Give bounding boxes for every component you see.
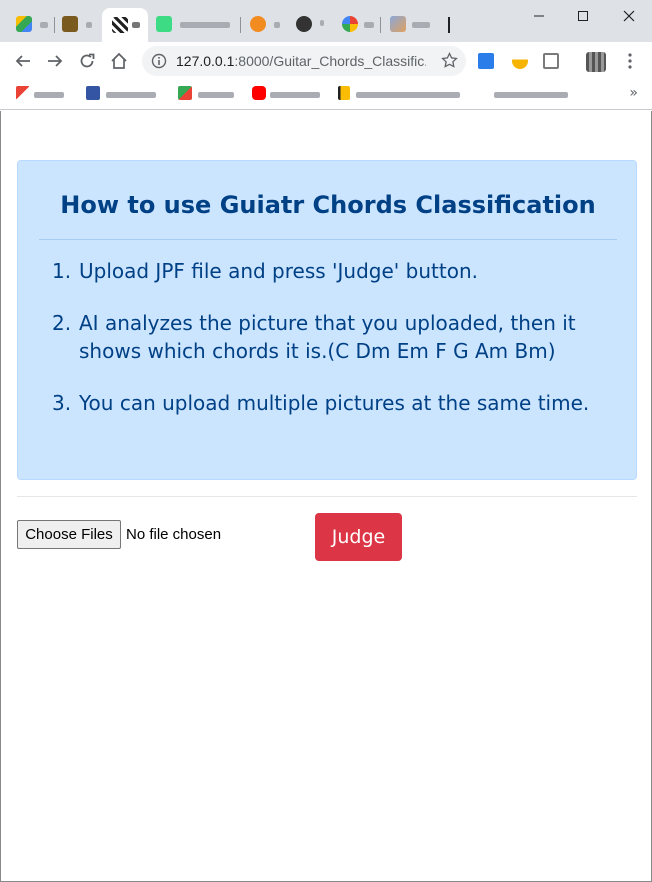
forward-button[interactable] [41,47,69,75]
step-number: 1. [52,259,72,283]
usage-info-box: How to use Guiatr Chords Classification … [17,160,637,480]
bookmark-star-icon[interactable] [441,51,458,73]
tab-title-blurred [364,22,374,28]
list-item: 1. Upload JPF file and press 'Judge' butt… [52,257,622,285]
tab-title-blurred [132,22,140,28]
bookmark-label-blurred [356,92,460,98]
kebab-menu-icon [628,53,632,69]
judge-button[interactable]: Judge [315,513,402,561]
site-favicon-icon [178,86,192,100]
gmail-favicon-icon [16,86,30,100]
site-favicon-icon [338,86,350,100]
google-favicon-icon [342,16,358,32]
bookmark-label-blurred [34,92,64,98]
bookmark-label-blurred [198,92,234,98]
address-url[interactable]: 127.0.0.1:8000/Guitar_Chords_Classific..… [176,53,426,69]
tab-title-blurred [40,22,48,28]
bookmarks-bar: » [0,80,652,110]
close-icon [623,10,635,22]
tab-title-blurred [180,22,230,28]
extension-icon[interactable] [512,53,528,69]
back-button[interactable] [9,47,37,75]
list-item: 2. AI analyzes the picture that you uploa… [52,309,622,365]
close-window-button[interactable] [606,0,652,32]
browser-toolbar: 127.0.0.1:8000/Guitar_Chords_Classific..… [0,42,652,80]
youtube-favicon-icon [252,86,266,100]
reload-button[interactable] [73,47,101,75]
more-bookmarks-chevron-icon[interactable]: » [629,85,638,101]
browser-menu-button[interactable] [616,47,644,75]
maximize-button[interactable] [560,0,606,32]
url-path: :8000/Guitar_Chords_Classific... [234,53,426,69]
list-item: 3. You can upload multiple pictures at th… [52,389,622,417]
site-favicon-icon [390,16,406,32]
step-text: You can upload multiple pictures at the … [79,391,590,415]
orange-favicon-icon [250,16,266,32]
bookmark-label-blurred [494,92,568,98]
home-icon [111,52,127,69]
tab-title-blurred [86,22,92,28]
site-favicon-icon [112,17,128,33]
file-status-text: No file chosen [126,526,222,543]
profile-avatar-icon[interactable] [586,52,606,72]
tab-active[interactable] [102,8,148,42]
maximize-icon [578,11,588,21]
site-info-icon[interactable] [151,53,167,73]
tab-strip [0,0,652,42]
choose-files-button[interactable]: Choose Files [17,520,121,549]
reload-icon [80,53,95,68]
page-viewport: How to use Guiatr Chords Classification … [0,111,652,882]
tab-separator [448,17,450,33]
android-favicon-icon [156,16,172,32]
tab-separator [54,17,55,33]
tab-title-blurred [412,22,430,28]
extension-icon[interactable] [478,53,494,69]
site-favicon-icon [86,86,100,100]
bookmark-label-blurred [106,92,156,98]
tab-separator [240,17,241,33]
step-text: AI analyzes the picture that you uploade… [79,311,576,363]
info-title: How to use Guiatr Chords Classification [60,191,596,219]
tab-title-blurred [320,20,324,26]
minimize-button[interactable] [516,0,562,32]
url-host: 127.0.0.1 [176,53,235,69]
step-number: 3. [52,391,72,415]
bookmark-label-blurred [270,92,320,98]
step-number: 2. [52,311,72,335]
extension-icon[interactable] [543,53,559,69]
minimize-icon [534,15,544,17]
home-button[interactable] [105,47,133,75]
info-title-divider [39,239,617,240]
address-bar[interactable]: 127.0.0.1:8000/Guitar_Chords_Classific..… [142,46,466,76]
arrow-left-icon [15,55,30,67]
arrow-right-icon [48,55,63,67]
tab-title-blurred [274,22,280,28]
usage-steps-list: 1. Upload JPF file and press 'Judge' butt… [52,257,622,441]
site-favicon-icon [62,16,78,32]
section-divider [17,496,637,497]
github-favicon-icon [296,16,312,32]
tab-separator [380,17,381,33]
step-text: Upload JPF file and press 'Judge' button… [79,259,478,283]
drive-favicon-icon [16,16,32,32]
